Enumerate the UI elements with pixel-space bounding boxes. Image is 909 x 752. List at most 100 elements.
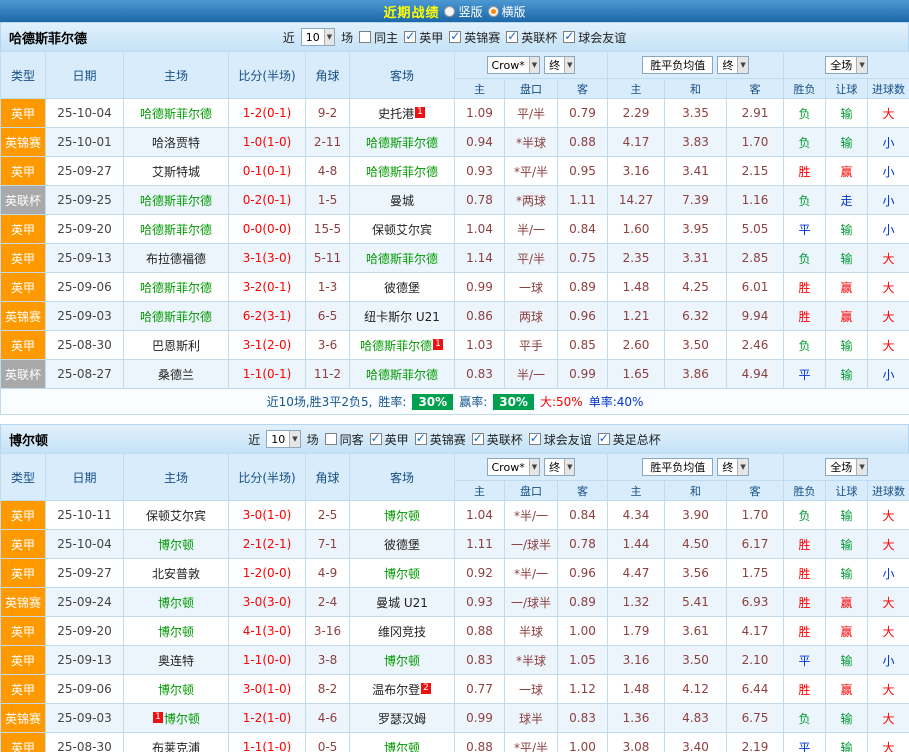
asian-odds-value: 1.03 [454,330,505,360]
away-team-name[interactable]: 史托港 [378,107,414,121]
match-score[interactable]: 3-0(1-0) [228,500,306,530]
goals-result-cell: 大 [867,674,909,704]
away-team-name[interactable]: 博尔顿 [384,654,420,668]
home-team-name[interactable]: 博尔顿 [164,712,200,726]
league-checkbox[interactable]: 球会友谊 [528,431,592,448]
away-team-name[interactable]: 罗瑟汉姆 [378,712,426,726]
match-score[interactable]: 3-2(0-1) [228,272,306,302]
away-team-name[interactable]: 维冈竞技 [378,625,426,639]
home-team-name[interactable]: 奥连特 [158,654,194,668]
same-venue-checkbox[interactable]: 同客 [324,431,364,448]
same-venue-checkbox[interactable]: 同主 [359,29,398,46]
away-team-name[interactable]: 哈德斯菲尔德 [366,165,438,179]
away-team-name[interactable]: 哈德斯菲尔德 [366,368,438,382]
bookmaker-value: Crow* [491,58,525,72]
match-score[interactable]: 1-1(0-0) [228,645,306,675]
away-team-name[interactable]: 哈德斯菲尔德 [366,136,438,150]
away-team-name[interactable]: 保顿艾尔宾 [372,223,432,237]
euro-odds-value: 3.40 [664,732,727,752]
layout-option-vertical[interactable]: 竖版 [444,3,483,20]
home-team-name[interactable]: 哈德斯菲尔德 [140,281,212,295]
away-team-name[interactable]: 曼城 [390,194,414,208]
match-score[interactable]: 2-1(2-1) [228,529,306,559]
match-score[interactable]: 3-1(3-0) [228,243,306,273]
home-team-name[interactable]: 哈德斯菲尔德 [140,194,212,208]
away-team-name[interactable]: 博尔顿 [384,567,420,581]
league-checkbox[interactable]: 英锦赛 [449,29,500,46]
away-team-name[interactable]: 纽卡斯尔 U21 [364,310,440,324]
home-team-name[interactable]: 哈德斯菲尔德 [140,107,212,121]
away-team-name[interactable]: 哈德斯菲尔德 [366,252,438,266]
away-team-name[interactable]: 博尔顿 [384,509,420,523]
league-checkbox[interactable]: 英锦赛 [414,431,466,448]
home-team-name[interactable]: 博尔顿 [158,596,194,610]
home-team-name[interactable]: 哈德斯菲尔德 [140,223,212,237]
home-team-name[interactable]: 布拉德福德 [146,252,206,266]
home-team-name[interactable]: 巴恩斯利 [152,339,200,353]
match-score[interactable]: 1-0(1-0) [228,127,306,157]
home-team-name[interactable]: 北安普敦 [152,567,200,581]
home-team-name[interactable]: 保顿艾尔宾 [146,509,206,523]
match-score[interactable]: 0-2(0-1) [228,185,306,215]
home-team-name[interactable]: 哈德斯菲尔德 [140,310,212,324]
euro-odds-value: 3.61 [664,616,727,646]
euro-final-select[interactable]: 终 [717,458,749,476]
match-scope-select[interactable]: 全场 [825,56,868,74]
asian-final-select[interactable]: 终 [544,458,576,476]
match-count-select[interactable]: 10 [300,28,336,46]
layout-option-horizontal[interactable]: 横版 [487,3,526,20]
match-row: 英甲 25-10-11 保顿艾尔宾 3-0(1-0) 2-5 博尔顿 1.04 *半/一 0.8… [0,500,909,530]
home-team-name[interactable]: 布莱克浦 [152,741,200,752]
away-team-name[interactable]: 温布尔登 [372,683,420,697]
league-checkbox[interactable]: 英足总杯 [597,431,661,448]
away-team-name[interactable]: 哈德斯菲尔德 [360,339,432,353]
goals-result-cell: 大 [867,301,909,331]
away-team-name[interactable]: 彼德堡 [384,281,420,295]
match-score[interactable]: 0-0(0-0) [228,214,306,244]
league-checkbox[interactable]: 球会友谊 [563,29,626,46]
match-score[interactable]: 1-2(0-1) [228,98,306,128]
match-score[interactable]: 1-2(1-0) [228,703,306,733]
euro-odds-value: 1.36 [607,703,665,733]
home-team-name[interactable]: 艾斯特城 [152,165,200,179]
away-team-name[interactable]: 博尔顿 [384,741,420,752]
home-team-name[interactable]: 桑德兰 [158,368,194,382]
bookmaker-select[interactable]: Crow* [486,458,541,476]
asian-final-select[interactable]: 终 [544,56,576,74]
home-team-name[interactable]: 博尔顿 [158,683,194,697]
league-checkbox[interactable]: 英甲 [404,29,443,46]
match-score[interactable]: 0-1(0-1) [228,156,306,186]
asian-odds-value: 0.89 [557,587,608,617]
recent-results-page: 近期战绩 竖版 横版 哈德斯菲尔德 近 10 场 同主 英甲英锦赛英联杯球会友谊 [0,0,909,752]
sections-container: 哈德斯菲尔德 近 10 场 同主 英甲英锦赛英联杯球会友谊 类型 [0,22,909,752]
results-header: 全场 [783,453,909,481]
handicap-result-cell: 赢 [825,301,869,331]
match-score[interactable]: 3-0(3-0) [228,587,306,617]
home-team-name[interactable]: 博尔顿 [158,625,194,639]
match-score[interactable]: 1-1(1-0) [228,732,306,752]
match-score[interactable]: 1-1(0-1) [228,359,306,389]
match-score[interactable]: 6-2(3-1) [228,301,306,331]
handicap-result-cell: 输 [825,500,869,530]
match-score[interactable]: 1-2(0-0) [228,558,306,588]
bookmaker-select[interactable]: Crow* [486,56,541,74]
match-scope-select[interactable]: 全场 [825,458,868,476]
league-checkbox[interactable]: 英联杯 [471,431,523,448]
match-count-value: 10 [305,30,320,44]
matches-label: 场 [341,30,354,45]
goals-result-cell: 小 [867,214,909,244]
euro-odds-value: 1.48 [607,272,665,302]
match-score[interactable]: 3-1(2-0) [228,330,306,360]
euro-final-select[interactable]: 终 [717,56,749,74]
home-team-name[interactable]: 哈洛贾特 [152,136,200,150]
league-checkbox[interactable]: 英甲 [369,431,409,448]
euro-odds-value: 3.31 [664,243,727,273]
home-team-name[interactable]: 博尔顿 [158,538,194,552]
match-score[interactable]: 3-0(1-0) [228,674,306,704]
match-count-select[interactable]: 10 [266,430,301,448]
away-team-name[interactable]: 曼城 U21 [376,596,428,610]
away-team-name[interactable]: 彼德堡 [384,538,420,552]
league-checkbox[interactable]: 英联杯 [506,29,557,46]
match-row: 英甲 25-09-13 奥连特 1-1(0-0) 3-8 博尔顿 0.83 *半球 1.05 3.… [0,645,909,675]
match-score[interactable]: 4-1(3-0) [228,616,306,646]
